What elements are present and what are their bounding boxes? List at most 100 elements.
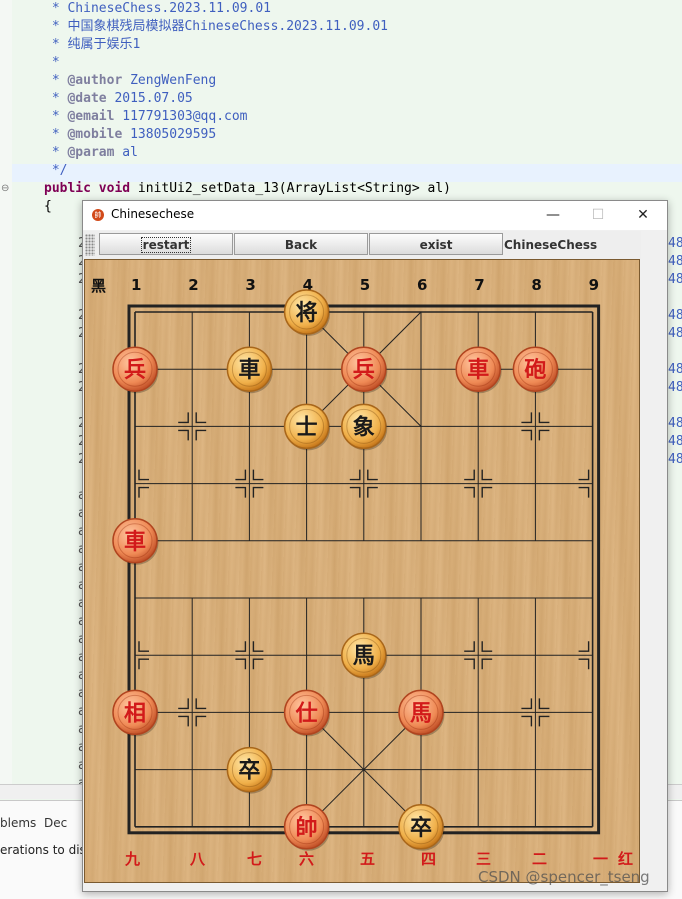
position-marker <box>235 469 247 481</box>
piece-label: 兵 <box>353 357 375 383</box>
close-button[interactable]: ✕ <box>628 205 658 225</box>
position-marker <box>481 641 493 652</box>
position-marker <box>178 412 189 424</box>
method-signature: public void initUi2_setData_13(ArrayList… <box>44 181 451 196</box>
back-button[interactable]: Back <box>234 233 368 255</box>
position-marker <box>538 412 550 424</box>
position-marker <box>538 429 550 441</box>
comment-line: * ChineseChess.2023.11.09.01 <box>44 1 271 16</box>
fold-icon[interactable]: ⊖ <box>1 183 9 194</box>
position-marker <box>252 641 264 652</box>
piece-label: 帥 <box>296 815 318 841</box>
tab-problems[interactable]: blems <box>0 816 36 830</box>
position-marker <box>235 486 247 498</box>
file-number-bottom: 一 <box>593 850 608 868</box>
position-marker <box>578 658 590 670</box>
position-marker <box>481 486 493 498</box>
file-number-top: 2 <box>188 276 198 294</box>
file-number-bottom: 五 <box>360 850 375 868</box>
file-number-bottom: 二 <box>532 850 547 868</box>
comment-line: * <box>44 55 60 70</box>
piece-label: 卒 <box>238 758 260 784</box>
file-number-top: 9 <box>589 276 599 294</box>
toolbar-grip[interactable] <box>85 234 95 256</box>
position-marker <box>464 486 475 498</box>
app-label: ChineseChess <box>504 238 598 252</box>
piece-label: 仕 <box>295 700 318 726</box>
file-number-top: 7 <box>474 276 484 294</box>
file-number-bottom: 七 <box>247 850 262 868</box>
comment-line: * @email 117791303@qq.com <box>44 109 248 124</box>
position-marker <box>138 658 149 670</box>
title-bar[interactable]: 帥 Chinesechese — ☐ ✕ <box>83 201 667 230</box>
position-marker <box>367 469 378 481</box>
editor-gutter <box>0 0 12 790</box>
console-text: erations to dis <box>0 843 86 857</box>
code-fragment: 48 <box>668 236 682 251</box>
file-number-top: 8 <box>531 276 541 294</box>
file-number-bottom: 九 <box>124 850 140 868</box>
file-number-top: 1 <box>131 276 141 294</box>
exit-button[interactable]: exist <box>369 233 503 255</box>
file-number-bottom: 八 <box>189 850 206 868</box>
position-marker <box>195 715 207 727</box>
file-number-bottom: 六 <box>299 850 314 868</box>
piece-label: 馬 <box>410 700 432 726</box>
position-marker <box>521 698 533 710</box>
position-marker <box>464 641 475 652</box>
toolbar: restart Back exist ChineseChess <box>83 231 667 259</box>
position-marker <box>178 698 189 710</box>
position-marker <box>521 715 533 727</box>
position-marker <box>235 658 247 670</box>
code-fragment: 48 <box>668 380 682 395</box>
piece-label: 車 <box>238 357 260 383</box>
vertical-scrollbar[interactable] <box>641 231 667 891</box>
position-marker <box>578 486 590 498</box>
position-marker <box>521 412 533 424</box>
position-marker <box>538 698 550 710</box>
position-marker <box>464 658 475 670</box>
restart-label: restart <box>140 237 192 253</box>
file-number-top: 6 <box>417 276 427 294</box>
piece-label: 士 <box>296 414 318 440</box>
position-marker <box>481 658 493 670</box>
piece-label: 馬 <box>353 643 375 669</box>
file-number-bottom: 四 <box>421 850 436 868</box>
code-fragment: 48 <box>668 362 682 377</box>
chess-board[interactable]: 123456789黑九八七六五四三二一红将兵車兵車砲士象車馬相仕馬卒帥卒 <box>84 259 640 883</box>
position-marker <box>195 429 207 441</box>
code-fragment: 48 <box>668 434 682 449</box>
minimize-button[interactable]: — <box>538 205 568 225</box>
piece-label: 兵 <box>124 357 146 383</box>
code-fragment: 48 <box>668 326 682 341</box>
position-marker <box>235 641 247 652</box>
piece-label: 車 <box>124 529 146 555</box>
position-marker <box>138 469 149 481</box>
comment-line: */ <box>44 163 68 178</box>
code-fragment: 48 <box>668 452 682 467</box>
position-marker <box>252 658 264 670</box>
board-canvas[interactable]: 1 2 3 4 5 6 7 8 9黑九八七六五四三二一红将兵車兵車砲士 象車馬相仕馬卒帥卒 <box>85 260 641 884</box>
black-side-label: 黑 <box>91 277 106 295</box>
position-marker <box>578 469 590 481</box>
chess-window: 帥 Chinesechese — ☐ ✕ restart Back exist … <box>82 200 668 892</box>
restart-button[interactable]: restart <box>99 233 233 255</box>
maximize-button[interactable]: ☐ <box>583 205 613 225</box>
code-fragment: 48 <box>668 254 682 269</box>
file-number-bottom: 三 <box>476 850 491 868</box>
position-marker <box>195 698 207 710</box>
position-marker <box>138 486 149 498</box>
comment-line: * 纯属于娱乐1 <box>44 37 141 52</box>
position-marker <box>195 412 207 424</box>
piece-label: 将 <box>296 300 318 326</box>
comment-line: * 中国象棋残局模拟器ChineseChess.2023.11.09.01 <box>44 19 388 34</box>
comment-line: * @param al <box>44 145 138 160</box>
position-marker <box>349 486 361 498</box>
tab-declaration[interactable]: Dec <box>44 816 67 830</box>
code-fragment: 48 <box>668 308 682 323</box>
position-marker <box>521 429 533 441</box>
csdn-watermark: CSDN @spencer_tseng <box>478 868 650 886</box>
position-marker <box>138 641 149 652</box>
window-title: Chinesechese <box>111 207 195 221</box>
position-marker <box>538 715 550 727</box>
